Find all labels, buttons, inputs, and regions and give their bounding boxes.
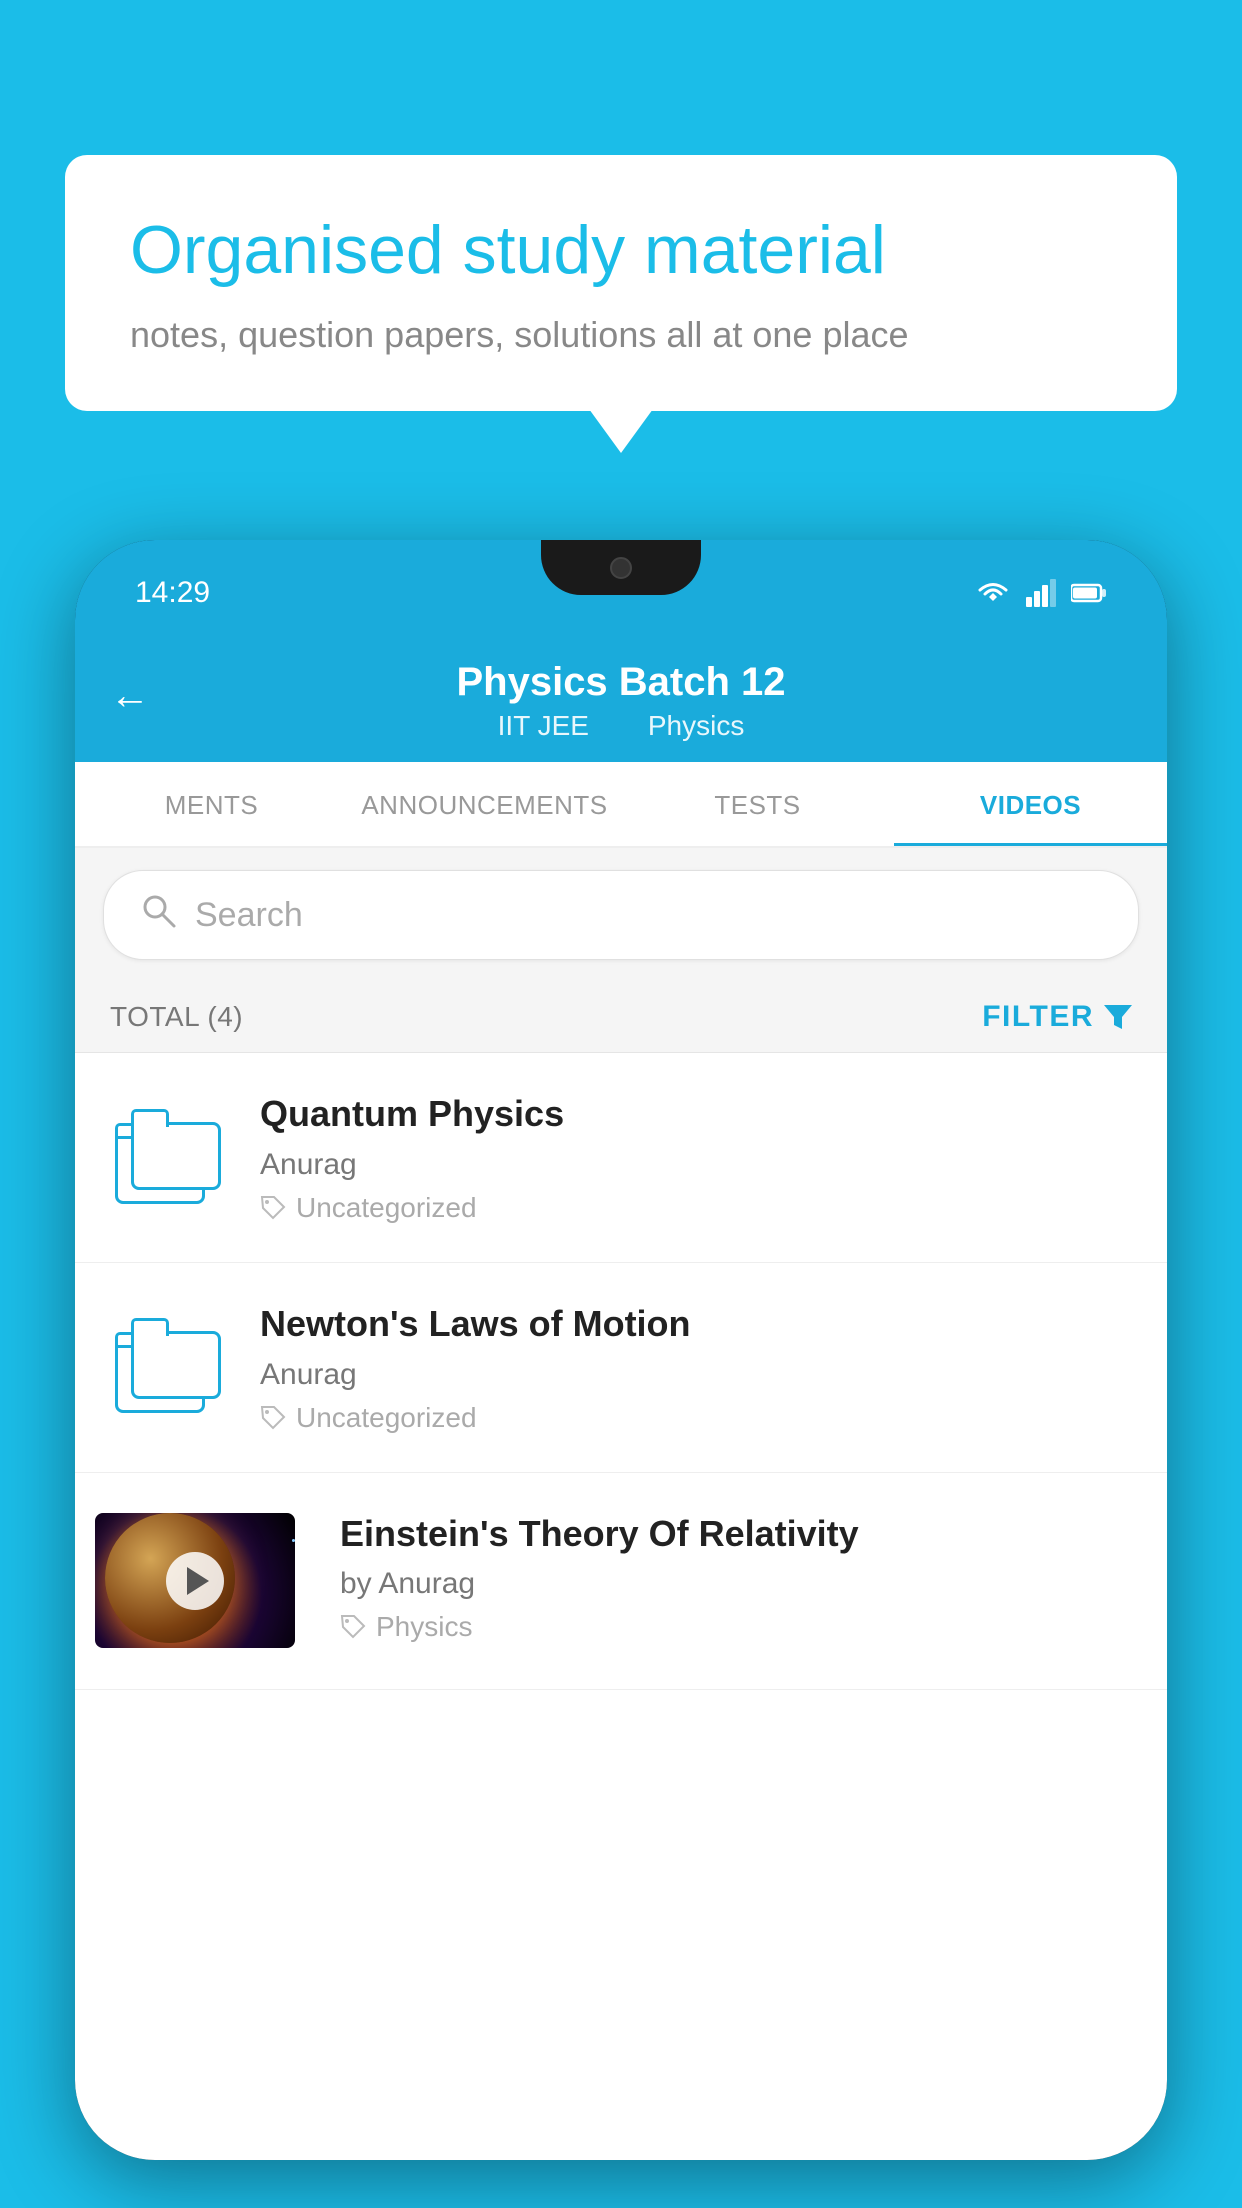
status-icons (975, 579, 1107, 607)
notch (541, 540, 701, 595)
filter-row: TOTAL (4) FILTER (75, 982, 1167, 1053)
filter-label: FILTER (982, 1000, 1094, 1034)
tag-icon (260, 1195, 286, 1221)
status-bar: 14:29 (75, 540, 1167, 630)
total-count: TOTAL (4) (110, 1001, 243, 1033)
video-tag: Uncategorized (260, 1192, 1132, 1224)
tab-announcements[interactable]: ANNOUNCEMENTS (348, 762, 621, 846)
video-title: Quantum Physics (260, 1091, 1132, 1138)
folder-stack-icon (115, 1099, 225, 1204)
tag-label: Physics (376, 1611, 472, 1643)
app-header: ← Physics Batch 12 IIT JEE Physics (75, 630, 1167, 762)
signal-icon (1026, 579, 1056, 607)
search-icon (139, 891, 177, 939)
search-bar-wrapper: Search (75, 848, 1167, 982)
bubble-subtitle: notes, question papers, solutions all at… (130, 314, 1112, 356)
list-item[interactable]: Newton's Laws of Motion Anurag Uncategor… (75, 1263, 1167, 1473)
battery-icon (1071, 582, 1107, 604)
speech-bubble: Organised study material notes, question… (65, 155, 1177, 411)
header-subtitle-2: Physics (648, 710, 744, 741)
tab-tests[interactable]: TESTS (621, 762, 894, 846)
header-title: Physics Batch 12 (75, 658, 1167, 706)
video-list: Quantum Physics Anurag Uncategorized (75, 1053, 1167, 1690)
tag-icon (260, 1405, 286, 1431)
phone-body: 14:29 (75, 540, 1167, 2160)
bubble-title: Organised study material (130, 210, 1112, 292)
video-title: Newton's Laws of Motion (260, 1301, 1132, 1348)
play-triangle-icon (187, 1567, 209, 1595)
video-title: Einstein's Theory Of Relativity (340, 1511, 1132, 1558)
video-info: Newton's Laws of Motion Anurag Uncategor… (260, 1301, 1132, 1434)
tag-icon (340, 1614, 366, 1640)
video-author: by Anurag (340, 1567, 1132, 1601)
video-thumbnail (110, 1511, 310, 1651)
list-item[interactable]: Einstein's Theory Of Relativity by Anura… (75, 1473, 1167, 1690)
video-info: Quantum Physics Anurag Uncategorized (260, 1091, 1132, 1224)
tab-ments[interactable]: MENTS (75, 762, 348, 846)
header-subtitle: IIT JEE Physics (75, 710, 1167, 742)
search-bar[interactable]: Search (103, 870, 1139, 960)
tag-label: Uncategorized (296, 1192, 477, 1224)
tab-videos[interactable]: VIDEOS (894, 762, 1167, 846)
video-preview-image (95, 1513, 295, 1648)
back-button[interactable]: ← (110, 674, 150, 719)
play-button[interactable] (166, 1552, 224, 1610)
video-tag: Physics (340, 1611, 1132, 1643)
tab-bar: MENTS ANNOUNCEMENTS TESTS VIDEOS (75, 762, 1167, 848)
speech-bubble-card: Organised study material notes, question… (65, 155, 1177, 411)
folder-thumbnail (110, 1301, 230, 1421)
video-author: Anurag (260, 1358, 1132, 1392)
status-time: 14:29 (135, 576, 210, 610)
tag-label: Uncategorized (296, 1402, 477, 1434)
camera (610, 557, 632, 579)
video-info: Einstein's Theory Of Relativity by Anura… (340, 1511, 1132, 1644)
video-author: Anurag (260, 1148, 1132, 1182)
filter-button[interactable]: FILTER (982, 1000, 1132, 1034)
phone-screen: ← Physics Batch 12 IIT JEE Physics MENTS… (75, 630, 1167, 2160)
video-tag: Uncategorized (260, 1402, 1132, 1434)
filter-funnel-icon (1104, 1003, 1132, 1031)
folder-stack-icon (115, 1308, 225, 1413)
phone-frame: 14:29 (75, 540, 1167, 2208)
folder-thumbnail (110, 1091, 230, 1211)
wifi-icon (975, 579, 1011, 607)
header-subtitle-1: IIT JEE (498, 710, 589, 741)
list-item[interactable]: Quantum Physics Anurag Uncategorized (75, 1053, 1167, 1263)
search-placeholder: Search (195, 896, 303, 935)
